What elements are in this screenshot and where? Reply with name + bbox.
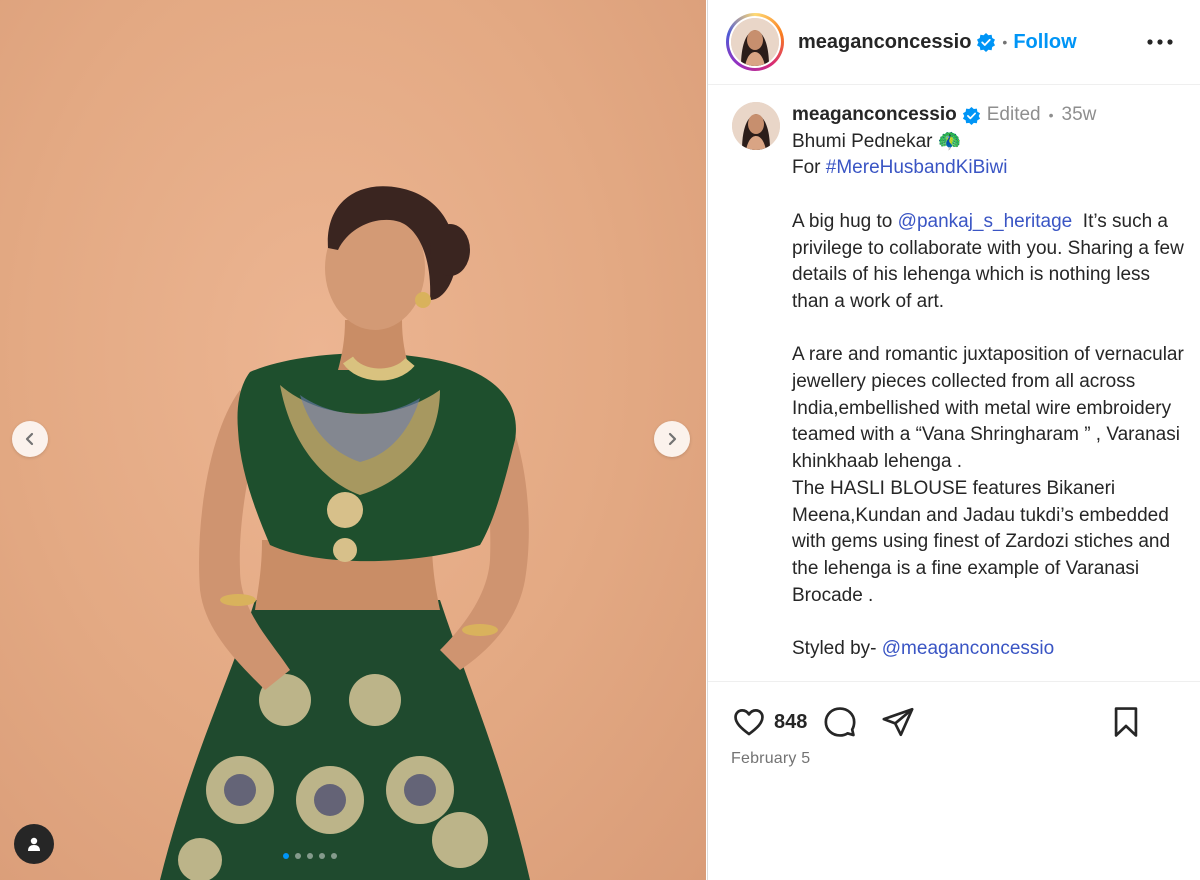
send-icon xyxy=(882,707,914,737)
caption-meta: meaganconcessio Edited • 35w xyxy=(792,102,1192,129)
bookmark-icon xyxy=(1114,707,1138,737)
comment-button[interactable] xyxy=(821,703,859,741)
save-button[interactable] xyxy=(1107,703,1145,741)
caption-row: meaganconcessio Edited • 35w Bhumi Pedne… xyxy=(708,86,1200,663)
user-tag-icon xyxy=(28,837,40,851)
caption-line-1: Bhumi Pednekar 🦚 xyxy=(792,130,962,152)
verified-badge-icon xyxy=(962,106,980,125)
caption-text: A big hug to xyxy=(792,210,898,232)
carousel-dot xyxy=(319,853,325,859)
like-count[interactable]: 848 xyxy=(774,711,807,734)
carousel-indicator xyxy=(283,853,337,859)
mention-link[interactable]: @pankaj_s_heritage xyxy=(898,211,1073,232)
carousel-next-button[interactable] xyxy=(654,421,690,457)
caption-paragraph: Styled by- @meaganconcessio xyxy=(792,636,1192,663)
more-options-button[interactable] xyxy=(1146,28,1174,56)
caption-scroll-area[interactable]: meaganconcessio Edited • 35w Bhumi Pedne… xyxy=(708,86,1200,682)
post-header: meaganconcessio • Follow xyxy=(708,0,1200,85)
caption-paragraph: A rare and romantic juxtaposition of ver… xyxy=(792,344,1184,606)
like-button[interactable] xyxy=(730,703,768,741)
tagged-users-button[interactable] xyxy=(14,824,54,864)
heart-icon xyxy=(734,709,764,736)
comment-icon xyxy=(824,707,856,737)
caption-body: meaganconcessio Edited • 35w Bhumi Pedne… xyxy=(792,102,1192,663)
verified-badge-icon xyxy=(977,33,996,52)
post-time-ago[interactable]: 35w xyxy=(1062,102,1097,129)
caption-text: For xyxy=(792,157,826,179)
follow-button[interactable]: Follow xyxy=(1013,31,1076,54)
mention-link[interactable]: @meaganconcessio xyxy=(882,638,1054,659)
caption-paragraph: A big hug to @pankaj_s_heritage It’s suc… xyxy=(792,209,1192,316)
caption-line-2: For #MereHusbandKiBiwi xyxy=(792,155,1192,182)
caption-username[interactable]: meaganconcessio xyxy=(792,102,957,129)
more-horizontal-icon xyxy=(1147,39,1173,45)
carousel-prev-button[interactable] xyxy=(12,421,48,457)
chevron-right-icon xyxy=(668,432,677,446)
carousel-dot xyxy=(331,853,337,859)
chevron-left-icon xyxy=(25,432,34,446)
separator-dot: • xyxy=(1002,34,1008,50)
carousel-dot xyxy=(283,853,289,859)
carousel-dot xyxy=(295,853,301,859)
story-ring[interactable] xyxy=(726,13,784,71)
post-date[interactable]: February 5 xyxy=(731,750,810,768)
caption-avatar[interactable] xyxy=(732,102,780,150)
post-actions: 848 xyxy=(708,694,1200,750)
caption-text: Styled by- xyxy=(792,638,882,660)
post-photo xyxy=(160,186,530,880)
edited-label: Edited xyxy=(986,104,1041,125)
header-username[interactable]: meaganconcessio xyxy=(798,31,971,54)
share-button[interactable] xyxy=(879,703,917,741)
carousel-dot xyxy=(307,853,313,859)
hashtag-link[interactable]: #MereHusbandKiBiwi xyxy=(826,157,1008,178)
post-media[interactable] xyxy=(0,0,706,880)
post-side-panel: meaganconcessio • Follow meaganconcessio… xyxy=(707,0,1200,880)
separator-dot: • xyxy=(1048,107,1054,123)
avatar[interactable] xyxy=(731,18,779,66)
